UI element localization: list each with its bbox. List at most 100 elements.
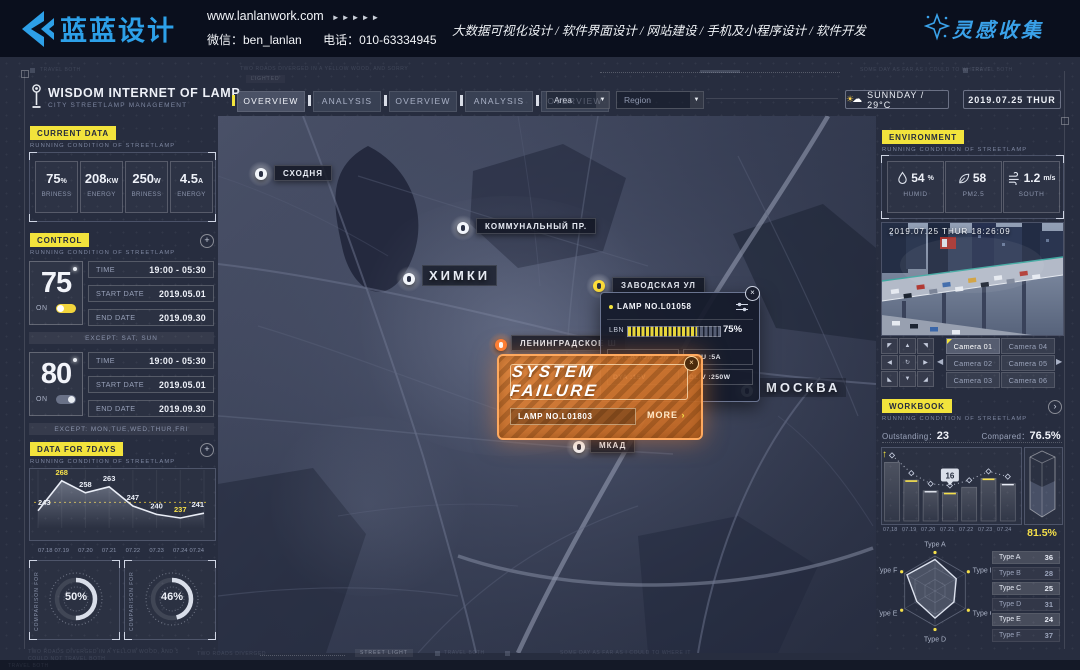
stat-label: ENERGY: [171, 191, 212, 198]
camera-next-icon[interactable]: ▶: [1056, 357, 1062, 366]
lamp-pin-kommunalny[interactable]: [450, 215, 476, 241]
row-label: END DATE: [96, 313, 136, 322]
lamp-toggle[interactable]: [56, 304, 76, 313]
map-label[interactable]: МОСКВА: [760, 378, 846, 397]
svg-text:263: 263: [103, 474, 116, 483]
more-button[interactable]: MORE ›: [647, 410, 686, 420]
camera-button-05[interactable]: Camera 05: [1001, 355, 1055, 371]
legend-value: 36: [1045, 553, 1053, 562]
outstanding-label: Outstanding：: [882, 432, 937, 441]
dpad-up-right-icon[interactable]: ◥: [917, 338, 934, 354]
expand-week-button[interactable]: +: [200, 443, 214, 457]
workbook-stats-row: Outstanding：23 Compared：76.5% ↑: [882, 426, 1062, 443]
collect-link[interactable]: 灵感收集: [952, 14, 1044, 43]
legend-value: 24: [1045, 615, 1053, 624]
workbook-badge: WORKBOOK: [882, 399, 952, 413]
legend-row-type-d[interactable]: Type D31: [992, 598, 1060, 611]
decor-checkbox: [30, 68, 35, 73]
svg-text:Type C: Type C: [973, 611, 991, 618]
map-label[interactable]: ЗАВОДСКАЯ УЛ: [612, 277, 705, 293]
camera-prev-icon[interactable]: ◀: [937, 357, 943, 366]
map-label[interactable]: СХОДНЯ: [274, 165, 332, 181]
start-date-row[interactable]: START DATE 2019.05.01: [88, 285, 214, 302]
brightness-bar-fill: [628, 327, 697, 336]
camera-button-02[interactable]: Camera 02: [946, 355, 1000, 371]
dpad-right-icon[interactable]: ▶: [917, 355, 934, 371]
legend-row-type-c[interactable]: Type C25: [992, 582, 1060, 595]
legend-row-type-b[interactable]: Type B28: [992, 567, 1060, 580]
camera-button-03[interactable]: Camera 03: [946, 372, 1000, 388]
decor-slider: [700, 70, 740, 73]
svg-text:07.22: 07.22: [126, 548, 141, 554]
env-label: HUMID: [888, 191, 943, 198]
alert-close-icon[interactable]: ×: [684, 356, 699, 371]
time-row[interactable]: TIME 19:00 - 05:30: [88, 261, 214, 278]
dpad-up-left-icon[interactable]: ◤: [881, 338, 898, 354]
popup-title: LAMP NO.L01058: [617, 302, 692, 311]
legend-row-type-f[interactable]: Type F37: [992, 629, 1060, 642]
city-map[interactable]: СХОДНЯ КОММУНАЛЬНЫЙ ПР. ХИМКИ ЗАВОДСКАЯ …: [218, 116, 876, 653]
legend-value: 37: [1045, 631, 1053, 640]
dpad-up-icon[interactable]: ▲: [899, 338, 916, 354]
time-row[interactable]: TIME 19:00 - 05:30: [88, 352, 214, 369]
map-label[interactable]: ХИМКИ: [422, 265, 497, 286]
camera-button-06[interactable]: Camera 06: [1001, 372, 1055, 388]
env-unit: m/s: [1043, 175, 1055, 182]
svg-text:Type D: Type D: [924, 636, 946, 643]
field-value: 250W: [711, 374, 730, 381]
row-label: START DATE: [96, 380, 144, 389]
svg-text:237: 237: [174, 505, 187, 514]
end-date-row[interactable]: END DATE 2019.09.30: [88, 309, 214, 326]
region-select[interactable]: Region ▼: [616, 91, 704, 109]
workbook-next-button[interactable]: ›: [1048, 400, 1062, 414]
lamp-pin-khimki[interactable]: [396, 266, 422, 292]
compared-value: 76.5%: [1030, 430, 1061, 442]
env-value: 58: [973, 171, 986, 185]
weather-widget: ☀ ☁ SUNNDAY / 29°C: [845, 90, 949, 109]
date-tick: 07.19: [902, 527, 917, 533]
streetlamp-icon: [29, 84, 44, 109]
control-badge: CONTROL: [30, 233, 89, 247]
stat-energy-a: 4.5A ENERGY: [170, 161, 213, 213]
lamp-toggle[interactable]: [56, 395, 76, 404]
dpad-down-left-icon[interactable]: ◣: [881, 371, 898, 387]
camera-view[interactable]: [881, 222, 1064, 336]
legend-row-type-a[interactable]: Type A36: [992, 551, 1060, 564]
stat-label: ENERGY: [81, 191, 122, 198]
environment-badge: ENVIRONMENT: [882, 130, 964, 144]
dpad-down-right-icon[interactable]: ◢: [917, 371, 934, 387]
dpad-refresh-icon[interactable]: ↻: [899, 355, 916, 371]
stat-briness-w: 250W BRINESS: [125, 161, 168, 213]
brightness-level-value: 80: [30, 353, 82, 395]
tab-overview-2[interactable]: OVERVIEW: [389, 91, 457, 112]
stat-label: BRINESS: [126, 191, 167, 198]
tab-overview-1[interactable]: OVERVIEW: [237, 91, 305, 112]
svg-text:Type F: Type F: [879, 567, 897, 574]
camera-button-01[interactable]: Camera 01: [946, 338, 1000, 354]
sliders-icon[interactable]: [735, 302, 749, 312]
dpad-left-icon[interactable]: ◀: [881, 355, 898, 371]
droplet-icon: [897, 171, 908, 185]
map-label[interactable]: КОММУНАЛЬНЫЙ ПР.: [476, 218, 596, 234]
website-link[interactable]: www.lanlanwork.com: [207, 9, 324, 23]
legend-row-type-e[interactable]: Type E24: [992, 613, 1060, 626]
add-control-button[interactable]: +: [200, 234, 214, 248]
date-widget: 2019.07.25 THUR: [963, 90, 1061, 109]
lamp-pin-skhodnya[interactable]: [248, 161, 274, 187]
area-select[interactable]: Area ▼: [546, 91, 610, 109]
dpad-down-icon[interactable]: ▼: [899, 371, 916, 387]
bar-chart: 16: [882, 448, 1019, 522]
legend-label: Type D: [999, 601, 1021, 608]
page-title: WISDOM INTERNET OF LAMP: [48, 86, 240, 100]
start-date-row[interactable]: START DATE 2019.05.01: [88, 376, 214, 393]
svg-text:247: 247: [127, 493, 140, 502]
stat-value: 250W: [126, 171, 167, 186]
brightness-level-box: 80 ON: [29, 352, 83, 416]
popup-close-icon[interactable]: ×: [745, 286, 760, 301]
tab-analysis-1[interactable]: ANALYSIS: [313, 91, 381, 112]
end-date-row[interactable]: END DATE 2019.09.30: [88, 400, 214, 417]
brightness-bar[interactable]: [627, 326, 721, 337]
tab-analysis-2[interactable]: ANALYSIS: [465, 91, 533, 112]
svg-text:07.19: 07.19: [54, 548, 69, 554]
camera-button-04[interactable]: Camera 04: [1001, 338, 1055, 354]
